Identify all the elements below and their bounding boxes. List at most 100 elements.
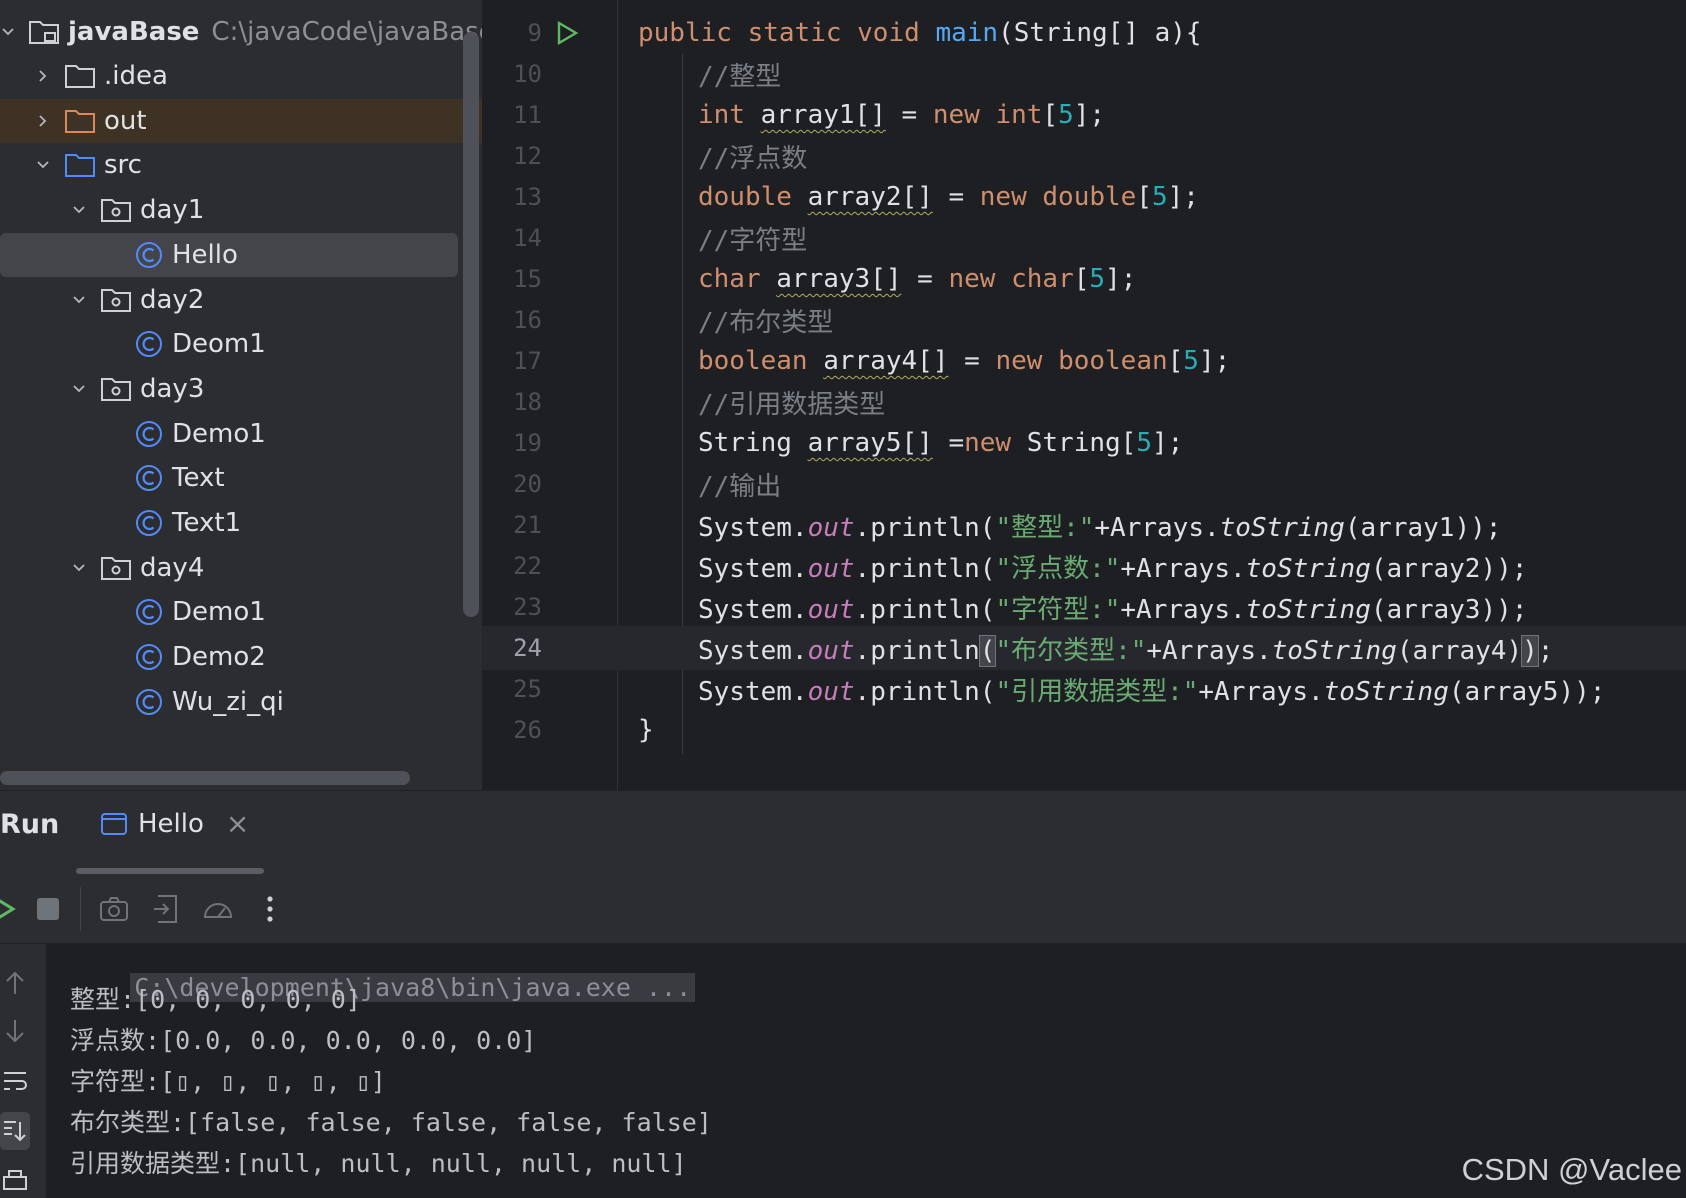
- code-token: ;: [1537, 635, 1554, 666]
- tree-item-demo2[interactable]: Demo2: [0, 635, 470, 679]
- soft-wrap-icon[interactable]: [0, 1066, 30, 1096]
- tree-item-day1[interactable]: day1: [0, 188, 470, 232]
- scroll-to-end-icon[interactable]: [0, 1112, 30, 1150]
- tree-item-wu-zi-qi[interactable]: Wu_zi_qi: [0, 680, 470, 724]
- stop-icon[interactable]: [30, 891, 66, 927]
- line-number[interactable]: 10: [482, 60, 542, 88]
- line-number[interactable]: 20: [482, 470, 542, 498]
- chevron-down-icon[interactable]: [64, 292, 94, 308]
- code-line[interactable]: 13 double array2[] = new double[5];: [482, 175, 1686, 219]
- camera-icon[interactable]: [96, 891, 132, 927]
- close-icon[interactable]: ×: [226, 807, 249, 840]
- tree-horizontal-scrollbar[interactable]: [0, 771, 410, 785]
- tree-item-deom1[interactable]: Deom1: [0, 322, 470, 366]
- code-line[interactable]: 24 System.out.println("布尔类型:"+Arrays.toSt…: [482, 626, 1686, 670]
- code-token: //引用数据类型: [698, 389, 886, 420]
- chevron-down-icon[interactable]: [28, 157, 58, 173]
- line-number[interactable]: 22: [482, 552, 542, 580]
- chevron-right-icon[interactable]: [28, 113, 58, 129]
- line-number[interactable]: 26: [482, 716, 542, 744]
- line-number[interactable]: 24: [482, 634, 542, 662]
- line-number[interactable]: 17: [482, 347, 542, 375]
- code-token: System.: [698, 676, 808, 707]
- tree-item-out[interactable]: out: [0, 98, 482, 143]
- code-line[interactable]: 12 //浮点数: [482, 134, 1686, 178]
- code-token: "整型:": [995, 512, 1095, 543]
- run-tab-hello[interactable]: Hello ×: [100, 807, 249, 840]
- code-line[interactable]: 25 System.out.println("引用数据类型:"+Arrays.to…: [482, 667, 1686, 711]
- code-token: int: [995, 100, 1043, 130]
- code-line[interactable]: 15 char array3[] = new char[5];: [482, 257, 1686, 301]
- line-number[interactable]: 25: [482, 675, 542, 703]
- code-token: (array2));: [1370, 553, 1528, 584]
- chevron-down-icon[interactable]: [64, 202, 94, 218]
- code-token: static: [747, 18, 858, 48]
- tree-item-hello[interactable]: Hello: [0, 232, 458, 277]
- tree-item--idea[interactable]: .idea: [0, 54, 470, 98]
- code-line[interactable]: 17 boolean array4[] = new boolean[5];: [482, 339, 1686, 383]
- code-token: //布尔类型: [698, 307, 834, 338]
- code-token: String[: [1026, 428, 1137, 458]
- code-line[interactable]: 26}: [482, 708, 1686, 752]
- code-line[interactable]: 23 System.out.println("字符型:"+Arrays.toStr…: [482, 585, 1686, 629]
- root-path: C:\javaCode\javaBase: [211, 17, 482, 47]
- class-icon: [134, 508, 164, 538]
- chevron-down-icon[interactable]: [64, 381, 94, 397]
- code-line[interactable]: 9 public static void main(String[] a){: [482, 11, 1686, 55]
- rerun-icon[interactable]: [0, 891, 22, 927]
- code-token: +Arrays.: [1198, 676, 1324, 707]
- tree-root[interactable]: javaBase C:\javaCode\javaBase: [0, 10, 482, 54]
- line-number[interactable]: 9: [482, 19, 542, 47]
- profiler-icon[interactable]: [200, 891, 236, 927]
- code-token: double: [1042, 182, 1137, 212]
- restore-layout-icon[interactable]: [148, 891, 184, 927]
- console-line: 引用数据类型:[null, null, null, null, null]: [70, 1149, 687, 1178]
- chevron-down-icon[interactable]: [64, 560, 94, 576]
- tree-item-label: .idea: [104, 61, 168, 91]
- chevron-down-icon[interactable]: [0, 24, 16, 40]
- tree-item-demo1[interactable]: Demo1: [0, 412, 470, 456]
- code-line[interactable]: 19 String array5[] =new String[5];: [482, 421, 1686, 465]
- chevron-right-icon[interactable]: [28, 68, 58, 84]
- code-token: }: [638, 715, 654, 745]
- console-side-toolbar: [0, 944, 46, 1198]
- print-icon[interactable]: [0, 1166, 30, 1196]
- code-line[interactable]: 21 System.out.println("整型:"+Arrays.toStri…: [482, 503, 1686, 547]
- tree-item-demo1[interactable]: Demo1: [0, 590, 470, 634]
- line-number[interactable]: 18: [482, 388, 542, 416]
- line-number[interactable]: 19: [482, 429, 542, 457]
- code-line[interactable]: 11 int array1[] = new int[5];: [482, 93, 1686, 137]
- code-token: [: [1136, 182, 1152, 212]
- console-output[interactable]: C:\development\java8\bin\java.exe ... 整型…: [46, 944, 1686, 1198]
- line-number[interactable]: 13: [482, 183, 542, 211]
- line-number[interactable]: 11: [482, 101, 542, 129]
- code-line[interactable]: 14 //字符型: [482, 216, 1686, 260]
- tree-scrollbar[interactable]: [463, 32, 479, 617]
- tree-item-text1[interactable]: Text1: [0, 501, 470, 545]
- tree-item-day2[interactable]: day2: [0, 278, 470, 322]
- code-token: //字符型: [698, 225, 808, 256]
- arrow-down-icon[interactable]: [0, 1016, 30, 1046]
- run-tab-label: Hello: [138, 808, 204, 839]
- code-line[interactable]: 16 //布尔类型: [482, 298, 1686, 342]
- code-line[interactable]: 10 //整型: [482, 52, 1686, 96]
- code-token: ];: [1167, 182, 1199, 212]
- line-number[interactable]: 16: [482, 306, 542, 334]
- run-gutter-icon[interactable]: [556, 20, 580, 46]
- more-options-icon[interactable]: [252, 891, 288, 927]
- tree-item-day4[interactable]: day4: [0, 546, 470, 590]
- line-number[interactable]: 23: [482, 593, 542, 621]
- tree-item-text[interactable]: Text: [0, 456, 470, 500]
- line-number[interactable]: 14: [482, 224, 542, 252]
- tree-item-src[interactable]: src: [0, 143, 470, 187]
- code-editor[interactable]: 9 public static void main(String[] a){10 /…: [482, 0, 1686, 790]
- arrow-up-icon[interactable]: [0, 968, 30, 998]
- tree-item-day3[interactable]: day3: [0, 367, 470, 411]
- line-number[interactable]: 15: [482, 265, 542, 293]
- line-number[interactable]: 21: [482, 511, 542, 539]
- code-line[interactable]: 20 //输出: [482, 462, 1686, 506]
- code-line[interactable]: 22 System.out.println("浮点数:"+Arrays.toStr…: [482, 544, 1686, 588]
- line-number[interactable]: 12: [482, 142, 542, 170]
- code-text: }: [638, 715, 654, 745]
- code-line[interactable]: 18 //引用数据类型: [482, 380, 1686, 424]
